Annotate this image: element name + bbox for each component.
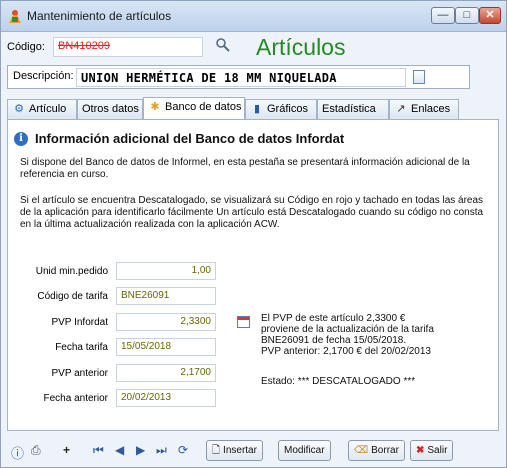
- tab-graficos[interactable]: ▮ Gráficos: [245, 99, 317, 119]
- tab-label: Gráficos: [267, 103, 308, 115]
- borrar-label: Borrar: [371, 445, 399, 456]
- tab-label: Banco de datos: [165, 101, 242, 113]
- pvp-anterior-field[interactable]: 2,1700: [116, 364, 216, 382]
- tab-label: Enlaces: [411, 103, 451, 115]
- modificar-button[interactable]: Modificar: [278, 440, 331, 461]
- descripcion-field[interactable]: UNION HERMÉTICA DE 18 MM NIQUELADA: [76, 68, 406, 87]
- add-icon[interactable]: +: [63, 443, 70, 457]
- insertar-label: Insertar: [223, 445, 257, 456]
- descripcion-label: Descripción:: [13, 70, 74, 82]
- salir-label: Salir: [427, 445, 448, 456]
- modificar-label: Modificar: [284, 445, 325, 456]
- pvp-infordat-field[interactable]: 2,3300: [116, 313, 216, 331]
- unid-min-field[interactable]: 1,00: [116, 262, 216, 280]
- tab-label: Otros datos: [82, 103, 139, 115]
- pvp-line: PVP anterior: 2,1700 € del 20/02/2013: [261, 346, 431, 357]
- pvp-line: BNE26091 de fecha 15/05/2018.: [261, 335, 407, 346]
- previous-record-icon[interactable]: ◀: [115, 443, 124, 457]
- panel-heading: Información adicional del Banco de datos…: [35, 131, 345, 146]
- eraser-icon: ⌫: [354, 445, 369, 456]
- info-paragraph-1: Si dispone del Banco de datos de Informe…: [20, 157, 470, 180]
- fecha-tarifa-field[interactable]: 15/05/2018: [116, 338, 216, 356]
- insertar-button[interactable]: 🗋 Insertar: [206, 440, 263, 461]
- app-icon: [9, 10, 21, 23]
- article-icon: ⚙: [14, 103, 24, 115]
- fecha-tarifa-label: Fecha tarifa: [55, 342, 108, 353]
- chart-icon: ▮: [253, 103, 261, 115]
- tab-label: Artículo: [29, 103, 67, 115]
- exit-icon: ✖: [416, 445, 425, 456]
- estado-text: Estado: *** DESCATALOGADO ***: [261, 376, 416, 387]
- window-title: Mantenimiento de artículos: [27, 9, 172, 23]
- codigo-tarifa-field[interactable]: BNE26091: [116, 287, 216, 305]
- close-button[interactable]: ✕: [479, 7, 501, 24]
- salir-button[interactable]: ✖ Salir: [410, 440, 454, 461]
- title-bar: Mantenimiento de artículos — □ ✕: [1, 1, 506, 32]
- document-icon[interactable]: [413, 70, 425, 84]
- page-title: Artículos: [256, 34, 346, 60]
- info-down-icon[interactable]: ⓘ: [11, 443, 24, 462]
- bottom-toolbar: ⓘ ⎙ + ⏮ ◀ ▶ ⏭ ⟳ 🗋 Insertar Modificar ⌫ Bor…: [1, 435, 506, 467]
- tab-label: Estadística: [322, 103, 376, 115]
- last-record-icon[interactable]: ⏭: [156, 443, 167, 458]
- banco-datos-panel: i Información adicional del Banco de dat…: [7, 119, 499, 431]
- borrar-button[interactable]: ⌫ Borrar: [348, 440, 405, 461]
- link-icon: ↗: [396, 103, 406, 115]
- main-window: Mantenimiento de artículos — □ ✕ Código:…: [0, 0, 507, 468]
- first-record-icon[interactable]: ⏮: [93, 443, 104, 458]
- codigo-field[interactable]: BN410209: [53, 37, 203, 57]
- pvp-line: proviene de la actualización de la tarif…: [261, 324, 434, 335]
- tab-articulo[interactable]: ⚙ Artículo: [7, 99, 77, 119]
- print-icon[interactable]: ⎙: [31, 443, 41, 458]
- tab-estadistica[interactable]: Estadística: [317, 99, 389, 119]
- info-paragraph-2: Si el artículo se encuentra Descatalogad…: [20, 195, 484, 230]
- new-document-icon: 🗋: [212, 445, 221, 456]
- maximize-button[interactable]: □: [455, 7, 479, 24]
- pvp-infordat-label: PVP Infordat: [51, 317, 108, 328]
- fecha-anterior-label: Fecha anterior: [43, 393, 108, 404]
- tab-otros-datos[interactable]: Otros datos: [77, 99, 143, 119]
- info-icon: i: [14, 132, 28, 146]
- pvp-summary: El PVP de este artículo 2,3300 € provien…: [261, 313, 491, 357]
- unid-min-label: Unid min.pedido: [35, 266, 108, 277]
- codigo-tarifa-label: Código de tarifa: [37, 291, 108, 302]
- tab-enlaces[interactable]: ↗ Enlaces: [389, 99, 459, 119]
- fecha-anterior-field[interactable]: 20/02/2013: [116, 389, 216, 407]
- search-icon[interactable]: [215, 37, 231, 53]
- database-icon: ✱: [150, 101, 160, 113]
- calendar-icon: [237, 316, 250, 328]
- pvp-anterior-label: PVP anterior: [51, 368, 108, 379]
- refresh-icon[interactable]: ⟳: [178, 443, 188, 457]
- pvp-line: El PVP de este artículo 2,3300 €: [261, 313, 406, 324]
- tab-banco-de-datos[interactable]: ✱ Banco de datos: [143, 97, 245, 119]
- next-record-icon[interactable]: ▶: [136, 443, 145, 457]
- minimize-button[interactable]: —: [431, 7, 455, 24]
- codigo-label: Código:: [7, 41, 45, 53]
